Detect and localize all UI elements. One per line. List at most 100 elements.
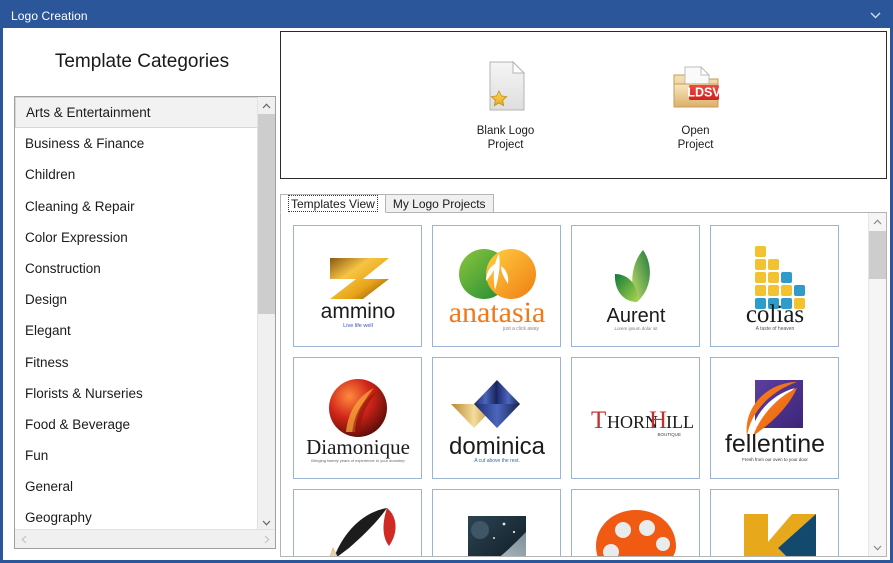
template-grid: ammino Live life well anatasia just a cl… <box>281 213 870 556</box>
template-name: colias <box>745 301 803 328</box>
sidebar-item-fitness[interactable]: Fitness <box>15 347 259 378</box>
sidebar-item-label: Fitness <box>25 354 69 370</box>
open-project-button[interactable]: LDSV Open Project <box>637 58 755 152</box>
tab-label: Templates View <box>288 195 378 212</box>
category-listbox[interactable]: Arts & Entertainment Business & Finance … <box>14 96 276 549</box>
sidebar-item-label: General <box>25 479 74 495</box>
title-bar: Logo Creation <box>3 3 890 28</box>
sidebar-item-label: Florists & Nurseries <box>25 385 143 401</box>
logo-night-scene <box>467 516 526 556</box>
main-area: Blank Logo Project LDSV Open Project Tem… <box>280 31 887 557</box>
logo-blue-gold-k <box>743 514 816 556</box>
folder-ldsv-icon: LDSV <box>668 58 724 114</box>
sidebar-item-cleaning-repair[interactable]: Cleaning & Repair <box>15 191 259 222</box>
scroll-up-icon[interactable] <box>258 97 275 114</box>
action-label: Open Project <box>677 125 714 151</box>
template-tagline: just a click away <box>501 326 539 332</box>
tab-label: My Logo Projects <box>392 197 486 211</box>
sidebar-item-label: Food & Beverage <box>25 416 131 432</box>
template-card-colias[interactable]: colias A taste of heaven <box>710 225 839 347</box>
logo-fellentine: fellentine Fresh from our oven to your d… <box>724 380 825 462</box>
ldsv-badge-text: LDSV <box>687 86 721 100</box>
template-grid-scrollbar-thumb[interactable] <box>869 231 886 279</box>
project-actions-panel: Blank Logo Project LDSV Open Project <box>280 31 887 179</box>
template-card-night-scene[interactable] <box>432 489 561 556</box>
category-scrollbar-thumb[interactable] <box>258 114 275 314</box>
chevron-down-icon[interactable] <box>866 7 884 25</box>
template-name: ammino <box>320 300 395 323</box>
window-body: Template Categories Arts & Entertainment… <box>3 28 890 560</box>
sidebar-item-label: Elegant <box>25 323 71 339</box>
sidebar-item-fun[interactable]: Fun <box>15 440 259 471</box>
application-window: Logo Creation Template Categories Arts &… <box>0 0 893 563</box>
window-title: Logo Creation <box>11 8 88 23</box>
template-card-diamonique[interactable]: Diamonique Bringing twenty years of expe… <box>293 357 422 479</box>
sidebar-item-label: Construction <box>25 260 101 276</box>
sidebar-item-florists-nurseries[interactable]: Florists & Nurseries <box>15 378 259 409</box>
template-name-part3: H <box>649 407 667 434</box>
view-tabs: Templates View My Logo Projects <box>280 194 887 213</box>
sidebar-item-children[interactable]: Children <box>15 159 259 190</box>
category-horizontal-scrollbar[interactable] <box>15 529 275 548</box>
logo-colias: colias A taste of heaven <box>745 246 805 332</box>
template-tagline: A cut above the rest. <box>474 458 520 464</box>
template-name: fellentine <box>724 430 824 458</box>
scroll-left-icon[interactable] <box>15 530 32 548</box>
blank-logo-project-button[interactable]: Blank Logo Project <box>447 58 565 152</box>
sidebar-item-elegant[interactable]: Elegant <box>15 315 259 346</box>
sidebar-item-color-expression[interactable]: Color Expression <box>15 222 259 253</box>
sidebar-item-label: Fun <box>25 448 49 464</box>
template-name: Aurent <box>606 305 665 327</box>
sidebar-item-business-finance[interactable]: Business & Finance <box>15 128 259 159</box>
template-name: anatasia <box>448 296 545 329</box>
template-card-palette[interactable] <box>571 489 700 556</box>
scroll-right-icon[interactable] <box>258 530 275 548</box>
template-grid-viewport: ammino Live life well anatasia just a cl… <box>281 213 870 556</box>
sidebar-item-label: Business & Finance <box>25 136 145 152</box>
tab-my-logo-projects[interactable]: My Logo Projects <box>384 194 494 213</box>
template-name: dominica <box>448 433 545 460</box>
sidebar-item-construction[interactable]: Construction <box>15 253 259 284</box>
template-card-ribbon-star[interactable] <box>293 489 422 556</box>
template-tagline: Bringing twenty years of experience to y… <box>311 458 405 463</box>
logo-palette <box>595 510 676 556</box>
template-grid-scrollbar[interactable] <box>868 213 886 556</box>
sidebar-item-label: Geography <box>25 510 92 526</box>
sidebar-item-general[interactable]: General <box>15 471 259 502</box>
template-card-fellentine[interactable]: fellentine Fresh from our oven to your d… <box>710 357 839 479</box>
template-card-aurent[interactable]: Aurent Lorem ipsum dolor sit <box>571 225 700 347</box>
template-card-ammino[interactable]: ammino Live life well <box>293 225 422 347</box>
template-card-thornhill[interactable]: T HORN H ILL BOUTIQUE <box>571 357 700 479</box>
blank-document-star-icon <box>478 58 534 114</box>
scroll-down-icon[interactable] <box>869 539 886 556</box>
template-tagline: Lorem ipsum dolor sit <box>614 326 658 331</box>
logo-aurent: Aurent Lorem ipsum dolor sit <box>606 250 665 331</box>
project-actions-row: Blank Logo Project LDSV Open Project <box>281 32 893 178</box>
sidebar-item-geography[interactable]: Geography <box>15 502 259 531</box>
action-label: Blank Logo Project <box>476 125 535 151</box>
sidebar-item-food-beverage[interactable]: Food & Beverage <box>15 409 259 440</box>
template-tagline: BOUTIQUE <box>657 432 681 437</box>
template-card-anatasia[interactable]: anatasia just a click away <box>432 225 561 347</box>
window-controls <box>866 7 890 25</box>
template-tagline: Fresh from our oven to your door <box>742 457 808 462</box>
template-card-dominica[interactable]: dominica A cut above the rest. <box>432 357 561 479</box>
category-vertical-scrollbar[interactable] <box>257 97 275 531</box>
template-tagline: Live life well <box>343 323 373 329</box>
template-name: Diamonique <box>306 435 410 459</box>
sidebar-item-design[interactable]: Design <box>15 284 259 315</box>
logo-anatasia: anatasia just a click away <box>448 249 545 332</box>
template-tagline: A taste of heaven <box>755 326 794 332</box>
template-categories-panel: Template Categories Arts & Entertainment… <box>6 31 278 557</box>
scroll-up-icon[interactable] <box>869 213 886 230</box>
logo-thornhill: T HORN H ILL BOUTIQUE <box>591 407 694 437</box>
panel-title: Template Categories <box>54 51 230 72</box>
sidebar-item-label: Color Expression <box>25 229 128 245</box>
sidebar-item-arts-entertainment[interactable]: Arts & Entertainment <box>15 97 259 129</box>
template-card-blue-gold-k[interactable] <box>710 489 839 556</box>
sidebar-item-label: Children <box>25 167 76 183</box>
sidebar-item-label: Cleaning & Repair <box>25 198 135 214</box>
tab-templates-view[interactable]: Templates View <box>280 194 386 213</box>
template-name-part4: ILL <box>666 412 694 432</box>
templates-view-panel: ammino Live life well anatasia just a cl… <box>280 212 887 557</box>
